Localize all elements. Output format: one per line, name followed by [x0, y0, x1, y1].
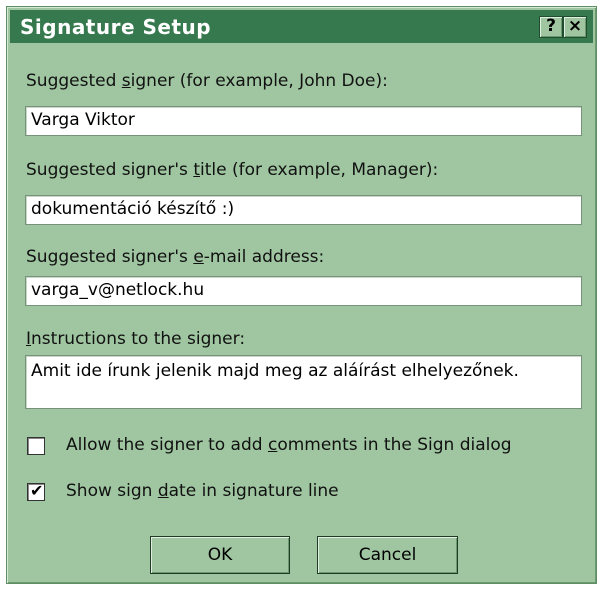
ok-button[interactable]: OK: [150, 536, 290, 574]
show-date-label-accesskey: d: [157, 481, 169, 501]
signer-title-label-post: itle (for example, Manager):: [199, 160, 439, 180]
signer-label: Suggested signer (for example, John Doe)…: [26, 71, 388, 91]
email-label-pre: Suggested signer's: [26, 247, 194, 267]
signer-title-input[interactable]: dokumentáció készítő :): [25, 195, 582, 225]
signer-input[interactable]: Varga Viktor: [25, 106, 582, 136]
cancel-button[interactable]: Cancel: [317, 536, 458, 574]
dialog-title: Signature Setup: [20, 15, 212, 39]
instructions-textarea[interactable]: Amit ide írunk jelenik majd meg az aláír…: [25, 355, 582, 409]
allow-comments-label[interactable]: Allow the signer to add comments in the …: [66, 435, 512, 455]
title-bar[interactable]: Signature Setup ? ×: [10, 10, 593, 43]
show-date-label-pre: Show sign: [66, 481, 158, 501]
email-label: Suggested signer's e-mail address:: [26, 247, 324, 267]
signer-title-label-pre: Suggested signer's: [26, 160, 194, 180]
show-date-checkbox[interactable]: ✔: [27, 481, 45, 501]
instructions-label-post: nstructions to the signer:: [31, 329, 246, 349]
close-button[interactable]: ×: [563, 16, 587, 38]
allow-comments-checkbox[interactable]: [27, 437, 45, 455]
show-date-label[interactable]: Show sign date in signature line: [66, 481, 339, 501]
allow-comments-label-accesskey: c: [267, 435, 278, 455]
help-button[interactable]: ?: [539, 16, 563, 38]
show-date-check-mark: ✔: [30, 481, 44, 500]
allow-comments-label-post: omments in the Sign dialog: [277, 435, 512, 455]
signature-setup-dialog: Signature Setup ? × Suggested signer (fo…: [6, 6, 597, 584]
email-label-accesskey: e: [193, 247, 204, 267]
show-date-label-post: ate in signature line: [168, 481, 339, 501]
allow-comments-label-pre: Allow the signer to add: [66, 435, 268, 455]
signer-label-accesskey: s: [121, 71, 131, 91]
email-input[interactable]: varga_v@netlock.hu: [25, 276, 582, 306]
signer-label-pre: Suggested: [26, 71, 122, 91]
instructions-label: Instructions to the signer:: [26, 329, 245, 349]
email-label-post: -mail address:: [203, 247, 325, 267]
signer-title-label-accesskey: t: [193, 160, 200, 180]
signer-label-post: igner (for example, John Doe):: [130, 71, 388, 91]
signer-title-label: Suggested signer's title (for example, M…: [26, 160, 438, 180]
